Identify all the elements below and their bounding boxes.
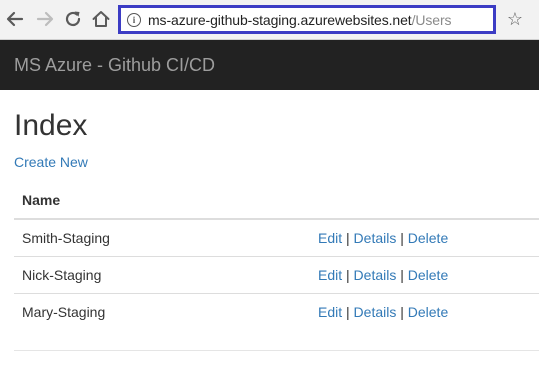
separator: | — [346, 304, 350, 320]
address-bar[interactable]: i ms-azure-github-staging.azurewebsites.… — [118, 5, 496, 34]
info-icon[interactable]: i — [127, 12, 141, 27]
footer-divider — [14, 350, 539, 351]
toolbar-edge — [531, 0, 539, 40]
row-actions: Edit | Details | Delete — [310, 256, 539, 294]
delete-link[interactable]: Delete — [408, 304, 448, 320]
table-row: Mary-Staging Edit | Details | Delete — [14, 293, 539, 330]
delete-link[interactable]: Delete — [408, 267, 448, 283]
page-title: Index — [14, 109, 88, 142]
row-actions: Edit | Details | Delete — [310, 293, 539, 330]
delete-link[interactable]: Delete — [408, 230, 448, 246]
row-actions: Edit | Details | Delete — [310, 219, 539, 257]
url-text: ms-azure-github-staging.azurewebsites.ne… — [148, 11, 452, 28]
arrow-right-icon — [34, 8, 56, 30]
table-row: Nick-Staging Edit | Details | Delete — [14, 256, 539, 294]
details-link[interactable]: Details — [354, 267, 397, 283]
navbar-brand[interactable]: MS Azure - Github CI/CD — [14, 55, 215, 76]
edit-link[interactable]: Edit — [318, 267, 342, 283]
table-row: Smith-Staging Edit | Details | Delete — [14, 219, 539, 257]
forward-button[interactable] — [34, 8, 56, 30]
separator: | — [346, 230, 350, 246]
create-new-link[interactable]: Create New — [14, 154, 88, 170]
separator: | — [400, 304, 404, 320]
separator: | — [400, 230, 404, 246]
edit-link[interactable]: Edit — [318, 230, 342, 246]
details-link[interactable]: Details — [354, 304, 397, 320]
column-header-name: Name — [14, 182, 310, 220]
url-host: ms-azure-github-staging.azurewebsites.ne… — [148, 11, 412, 28]
back-button[interactable] — [4, 8, 26, 30]
reload-icon — [62, 8, 84, 30]
star-icon[interactable]: ☆ — [505, 9, 525, 29]
separator: | — [400, 267, 404, 283]
row-name: Nick-Staging — [14, 256, 310, 294]
column-header-actions — [310, 182, 539, 220]
edit-link[interactable]: Edit — [318, 304, 342, 320]
row-name: Smith-Staging — [22, 230, 110, 246]
details-link[interactable]: Details — [354, 230, 397, 246]
row-name: Mary-Staging — [14, 293, 310, 330]
home-button[interactable] — [90, 8, 112, 30]
users-table: Name Smith-Staging Edit | Details | Dele… — [14, 182, 539, 330]
url-path: /Users — [411, 11, 452, 28]
reload-button[interactable] — [62, 8, 84, 30]
browser-toolbar: i ms-azure-github-staging.azurewebsites.… — [0, 0, 539, 40]
arrow-left-icon — [4, 8, 26, 30]
table-header-row: Name — [14, 182, 539, 220]
separator: | — [346, 267, 350, 283]
site-navbar: MS Azure - Github CI/CD — [0, 40, 539, 90]
home-icon — [90, 8, 112, 30]
